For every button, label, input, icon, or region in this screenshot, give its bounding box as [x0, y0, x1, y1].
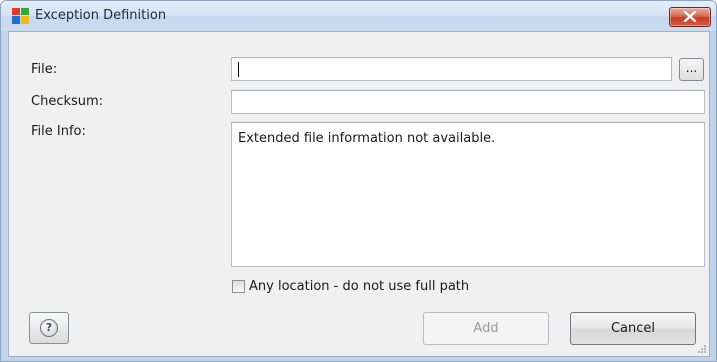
dialog-window: Exception Definition File: ... Checksum:…: [0, 0, 717, 362]
help-button[interactable]: ?: [29, 312, 69, 344]
checksum-label: Checksum:: [31, 94, 104, 109]
file-input[interactable]: [231, 57, 672, 81]
file-label: File:: [31, 62, 58, 77]
avg-logo-icon: [12, 8, 29, 24]
any-location-checkbox[interactable]: [232, 280, 245, 293]
add-button[interactable]: Add: [423, 312, 549, 345]
checksum-input[interactable]: [231, 90, 705, 114]
browse-button[interactable]: ...: [679, 58, 704, 81]
dialog-body: File: ... Checksum: File Info: Extended …: [8, 31, 710, 357]
window-title: Exception Definition: [35, 8, 167, 23]
title-bar[interactable]: Exception Definition: [1, 1, 716, 31]
file-info-box[interactable]: Extended file information not available.: [231, 122, 705, 267]
cancel-button[interactable]: Cancel: [570, 312, 696, 345]
any-location-label[interactable]: Any location - do not use full path: [249, 279, 469, 294]
close-button[interactable]: [669, 7, 711, 27]
file-info-text: Extended file information not available.: [238, 131, 496, 146]
help-icon: ?: [40, 319, 58, 337]
text-caret: [238, 62, 239, 77]
close-icon: [683, 11, 697, 22]
file-info-label: File Info:: [31, 124, 86, 139]
resize-grip-icon[interactable]: [697, 344, 707, 354]
